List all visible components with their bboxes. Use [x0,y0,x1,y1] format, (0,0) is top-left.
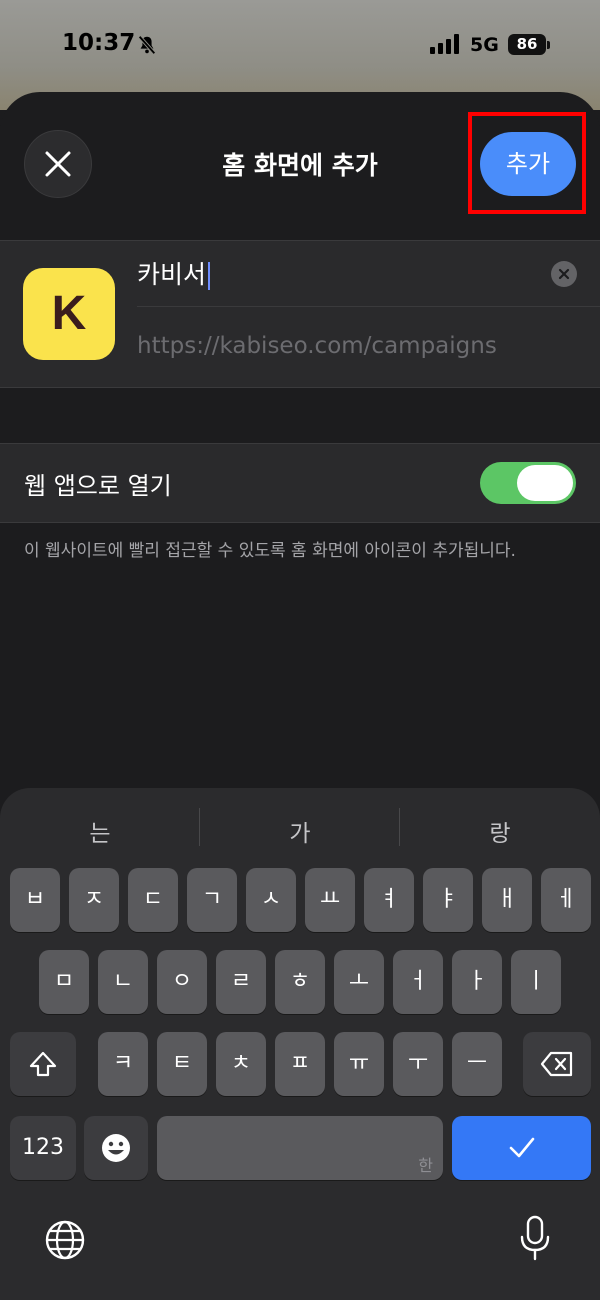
clear-icon [558,268,570,280]
space-key[interactable]: 한 [157,1116,443,1180]
key-row3-5[interactable]: ㅠ [334,1032,384,1096]
key-row2-6[interactable]: ㅗ [334,950,384,1014]
key-row2-8[interactable]: ㅏ [452,950,502,1014]
key-row2-3[interactable]: ㅇ [157,950,207,1014]
return-key[interactable] [452,1116,591,1180]
app-icon: K [23,268,115,360]
globe-icon[interactable] [44,1219,86,1261]
highlight-box [468,112,586,214]
key-row2-7[interactable]: ㅓ [393,950,443,1014]
key-row2-5[interactable]: ㅎ [275,950,325,1014]
key-row3-3[interactable]: ㅊ [216,1032,266,1096]
suggestion-3[interactable]: 랑 [400,814,600,848]
app-name-value: 카비서 [137,260,207,289]
numbers-key[interactable]: 123 [10,1116,76,1180]
toggle-knob [517,465,573,501]
battery-indicator: 86 [508,34,546,55]
key-row3-1[interactable]: ㅋ [98,1032,148,1096]
key-row1-9[interactable]: ㅐ [482,868,532,932]
key-row3-2[interactable]: ㅌ [157,1032,207,1096]
suggestion-1[interactable]: 는 [0,814,200,848]
shift-key[interactable] [10,1032,76,1096]
key-row3-7[interactable]: ㅡ [452,1032,502,1096]
suggestion-2[interactable]: 가 [200,814,400,848]
key-row3-6[interactable]: ㅜ [393,1032,443,1096]
battery-tip [547,41,550,49]
key-row1-4[interactable]: ㄱ [187,868,237,932]
backspace-icon [540,1051,573,1077]
space-language-hint: 한 [418,1156,433,1175]
footnote-text: 이 웹사이트에 빨리 접근할 수 있도록 홈 화면에 아이콘이 추가됩니다. [24,541,516,561]
app-url: https://kabiseo.com/campaigns [137,333,497,359]
network-type: 5G [470,34,499,56]
key-row1-7[interactable]: ㅕ [364,868,414,932]
key-row1-3[interactable]: ㄷ [128,868,178,932]
key-row3-4[interactable]: ㅍ [275,1032,325,1096]
signal-icon [430,34,459,54]
text-caret [208,262,211,290]
bell-off-icon [138,35,156,55]
key-row1-2[interactable]: ㅈ [69,868,119,932]
backspace-key[interactable] [523,1032,591,1096]
card-divider [137,306,600,307]
emoji-icon [102,1134,130,1162]
key-row2-4[interactable]: ㄹ [216,950,266,1014]
status-time: 10:37 [62,30,136,56]
key-row1-5[interactable]: ㅅ [246,868,296,932]
key-row2-1[interactable]: ㅁ [39,950,89,1014]
key-row2-2[interactable]: ㄴ [98,950,148,1014]
web-app-toggle[interactable] [480,462,576,504]
shift-icon [29,1051,57,1077]
key-row1-6[interactable]: ㅛ [305,868,355,932]
clear-text-button[interactable] [551,261,577,287]
key-row1-10[interactable]: ㅔ [541,868,591,932]
emoji-key[interactable] [84,1116,148,1180]
key-row1-8[interactable]: ㅑ [423,868,473,932]
key-row1-1[interactable]: ㅂ [10,868,60,932]
microphone-icon[interactable] [518,1215,552,1263]
checkmark-icon [509,1137,534,1158]
key-row2-9[interactable]: ㅣ [511,950,561,1014]
app-name-input[interactable]: 카비서 [137,255,537,295]
status-bar: 10:37 5G 86 [0,0,600,90]
web-app-label: 웹 앱으로 열기 [24,472,172,500]
